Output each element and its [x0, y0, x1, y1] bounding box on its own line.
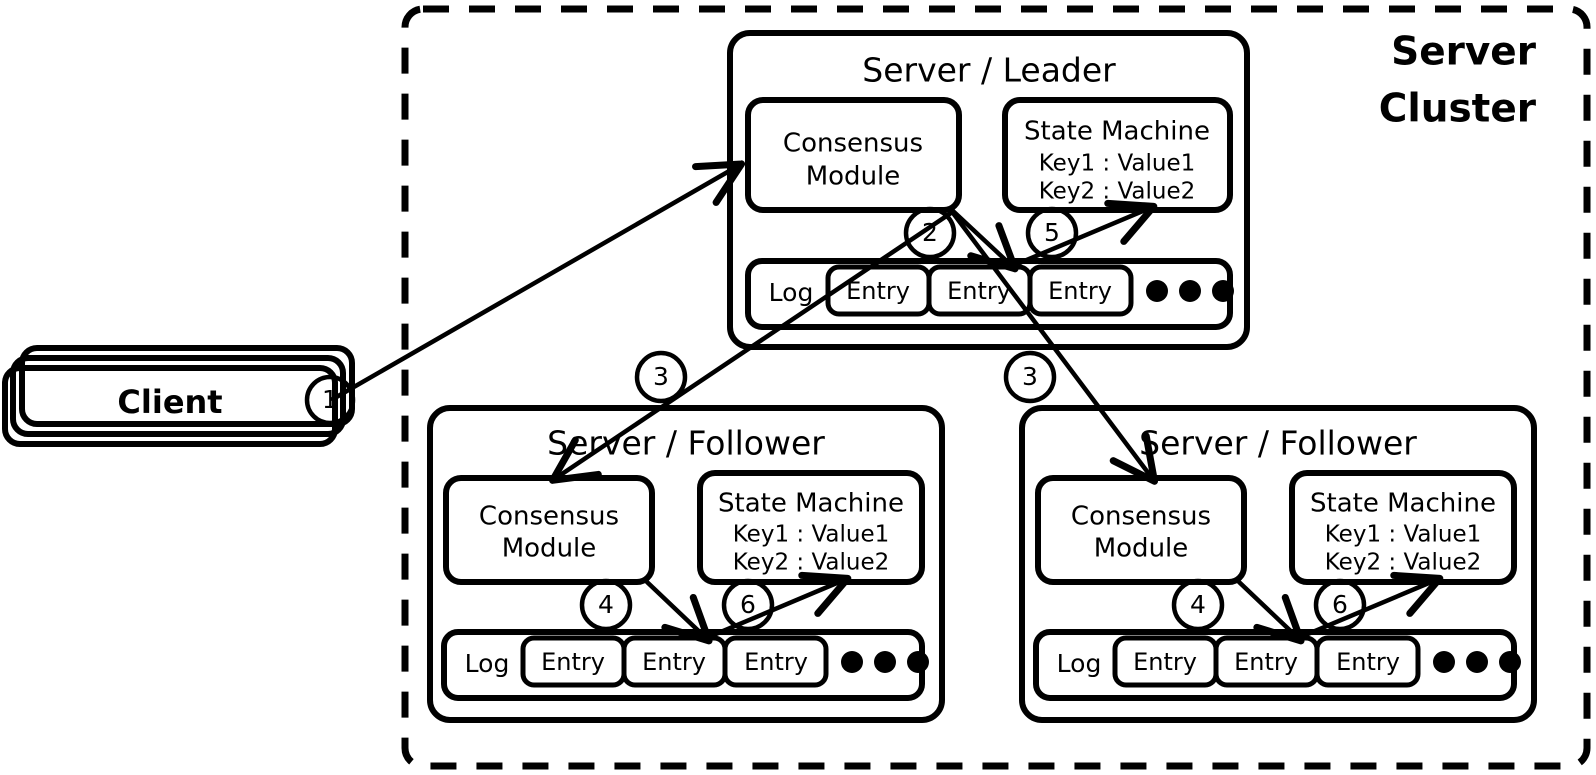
- leader-log-ellipsis: [1146, 280, 1234, 302]
- follower-right-log-dot-0: [1433, 651, 1455, 673]
- step-badge-4-left: 4: [579, 578, 633, 632]
- step-badge-4-right-label: 4: [1190, 590, 1206, 619]
- follower-right-consensus-line1: Consensus: [1071, 502, 1211, 532]
- leader-state-machine-row-1: Key2 : Value2: [1039, 179, 1196, 205]
- cluster-title-line1: Server: [1391, 30, 1537, 75]
- leader-log-dot-1: [1179, 280, 1201, 302]
- arrow-client-request-line: [330, 160, 746, 402]
- follower-right-log-dot-1: [1466, 651, 1488, 673]
- leader-log-entry-1-label: Entry: [947, 277, 1011, 305]
- leader-log-entry-2-label: Entry: [1048, 277, 1112, 305]
- step-badge-3-right: 3: [1003, 350, 1057, 404]
- follower-right-title: Server / Follower: [1139, 424, 1417, 463]
- step-badge-6-left-label: 6: [740, 590, 756, 619]
- follower-right-consensus-line2: Module: [1094, 534, 1189, 564]
- leader-state-machine-row-0: Key1 : Value1: [1039, 151, 1196, 177]
- step-badge-6-right-label: 6: [1332, 590, 1348, 619]
- step-badge-5-label: 5: [1044, 218, 1060, 247]
- follower-right-log-entry-1-label: Entry: [1234, 648, 1298, 676]
- follower-right-log-ellipsis: [1433, 651, 1521, 673]
- follower-left-state-machine-row-0: Key1 : Value1: [733, 522, 890, 548]
- follower-left-log-ellipsis: [841, 651, 929, 673]
- follower-left-state-machine-title: State Machine: [718, 489, 904, 519]
- cluster-title-line2: Cluster: [1379, 87, 1537, 132]
- step-badge-4-left-label: 4: [598, 590, 614, 619]
- follower-left-log-dot-2: [907, 651, 929, 673]
- follower-right-log-label: Log: [1057, 649, 1102, 678]
- follower-right-state-machine-title: State Machine: [1310, 489, 1496, 519]
- server-follower-right: Server / Follower Consensus Module State…: [1019, 405, 1537, 723]
- step-badge-1-label: 1: [322, 385, 338, 414]
- follower-left-log-entry-2-label: Entry: [744, 648, 808, 676]
- client-node[interactable]: Client: [2, 345, 355, 447]
- follower-right-state-machine-row-0: Key1 : Value1: [1325, 522, 1482, 548]
- leader-consensus-line2: Module: [806, 162, 901, 192]
- server-follower-left: Server / Follower Consensus Module State…: [427, 405, 945, 723]
- step-badge-2-label: 2: [922, 218, 938, 247]
- follower-left-log-label: Log: [465, 649, 510, 678]
- follower-right-state-machine-row-1: Key2 : Value2: [1325, 550, 1482, 576]
- step-badge-3-right-label: 3: [1022, 362, 1038, 391]
- leader-log-label: Log: [769, 278, 814, 307]
- follower-left-consensus-line1: Consensus: [479, 502, 619, 532]
- client-label: Client: [117, 383, 222, 421]
- follower-right-log-entry-0-label: Entry: [1133, 648, 1197, 676]
- follower-right-log-entry-2-label: Entry: [1336, 648, 1400, 676]
- step-badge-3-left-label: 3: [653, 362, 669, 391]
- step-badge-2: 2: [903, 206, 957, 260]
- leader-log-dot-2: [1212, 280, 1234, 302]
- follower-left-state-machine-row-1: Key2 : Value2: [733, 550, 890, 576]
- arrow-client-to-leader: [330, 160, 746, 402]
- follower-left-consensus-line2: Module: [502, 534, 597, 564]
- diagram-canvas: Server Cluster Client Server / Leader Co…: [2, 5, 1591, 770]
- step-badge-3-left: 3: [634, 350, 688, 404]
- raft-cluster-diagram: Server Cluster Client Server / Leader Co…: [0, 0, 1596, 775]
- leader-title: Server / Leader: [862, 51, 1116, 90]
- arrow-leader-consensus-to-log: [950, 208, 1019, 273]
- leader-consensus-line1: Consensus: [783, 129, 923, 159]
- leader-log-dot-0: [1146, 280, 1168, 302]
- follower-left-log-entry-1-label: Entry: [642, 648, 706, 676]
- server-leader: Server / Leader Consensus Module State M…: [727, 30, 1250, 350]
- leader-state-machine-title: State Machine: [1024, 117, 1210, 147]
- leader-log-entry-0-label: Entry: [846, 277, 910, 305]
- follower-left-log-dot-0: [841, 651, 863, 673]
- cluster-title: Server Cluster: [1379, 30, 1537, 132]
- follower-left-title: Server / Follower: [547, 424, 825, 463]
- follower-right-log-dot-2: [1499, 651, 1521, 673]
- step-badge-4-right: 4: [1171, 578, 1225, 632]
- step-badge-1: 1: [304, 374, 356, 426]
- follower-left-log-entry-0-label: Entry: [541, 648, 605, 676]
- follower-left-log-dot-1: [874, 651, 896, 673]
